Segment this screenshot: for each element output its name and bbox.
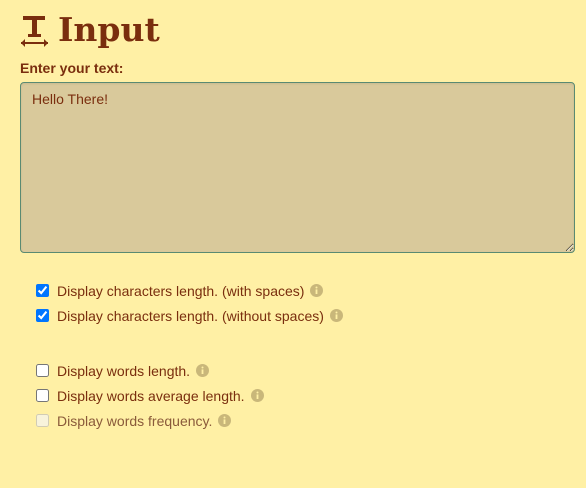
text-input-container [20, 82, 575, 253]
words-frequency-checkbox[interactable] [36, 414, 49, 427]
page-title: Input [58, 10, 160, 49]
option-words-frequency: Display words frequency. [34, 408, 554, 433]
option-words-average-length: Display words average length. [34, 383, 554, 408]
chars-without-spaces-checkbox[interactable] [36, 309, 49, 322]
info-icon[interactable] [250, 389, 264, 402]
page-header: Input [20, 8, 160, 52]
chars-with-spaces-checkbox[interactable] [36, 284, 49, 297]
option-chars-without-spaces: Display characters length. (without spac… [34, 303, 554, 328]
option-words-length: Display words length. [34, 358, 554, 383]
info-icon[interactable] [218, 414, 232, 427]
option-label: Display words length. [57, 362, 191, 379]
text-input-label: Enter your text: [20, 60, 124, 76]
info-icon[interactable] [329, 309, 343, 322]
option-label: Display words frequency. [57, 412, 213, 429]
words-average-length-checkbox[interactable] [36, 389, 49, 402]
info-icon[interactable] [196, 364, 210, 377]
options-list: Display characters length. (with spaces)… [34, 278, 554, 433]
option-label: Display characters length. (with spaces) [57, 282, 305, 299]
info-icon[interactable] [310, 284, 324, 297]
text-cursor-icon [20, 12, 50, 48]
option-label: Display characters length. (without spac… [57, 307, 324, 324]
text-input[interactable] [20, 82, 575, 253]
words-length-checkbox[interactable] [36, 364, 49, 377]
option-chars-with-spaces: Display characters length. (with spaces) [34, 278, 554, 303]
option-label: Display words average length. [57, 387, 245, 404]
